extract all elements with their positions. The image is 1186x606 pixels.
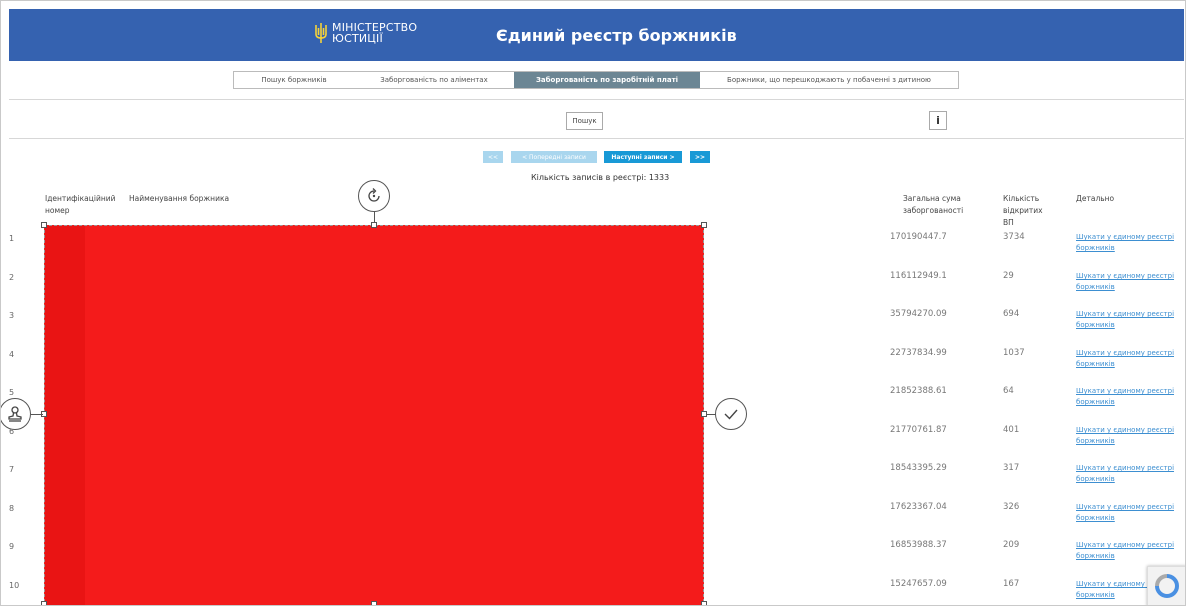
- open-cases-cell: 29: [1003, 271, 1014, 281]
- open-cases-cell: 167: [1003, 579, 1020, 589]
- header-name: Найменування боржника: [129, 194, 230, 203]
- logo-line2: ЮСТИЦІЇ: [332, 32, 383, 45]
- trident-icon: [315, 23, 327, 43]
- search-registry-link[interactable]: Шукати у єдиному реєстрі боржників: [1076, 540, 1185, 564]
- search-registry-link[interactable]: Шукати у єдиному реєстрі боржників: [1076, 232, 1185, 256]
- stamp-icon: [8, 406, 22, 422]
- open-cases-cell: 317: [1003, 463, 1020, 473]
- debt-sum-cell: 116112949.1: [890, 271, 947, 281]
- header-sum: Загальна сума заборгованості: [903, 194, 964, 215]
- open-cases-cell: 3734: [1003, 232, 1025, 242]
- open-cases-cell: 694: [1003, 309, 1020, 319]
- info-button[interactable]: i: [929, 111, 947, 130]
- search-registry-link[interactable]: Шукати у єдиному реєстрі боржників: [1076, 386, 1185, 410]
- prev-page-button[interactable]: < Попередні записи: [511, 151, 597, 163]
- search-registry-link[interactable]: Шукати у єдиному реєстрі боржників: [1076, 502, 1185, 526]
- row-number: 7: [9, 465, 15, 474]
- next-page-button[interactable]: Наступні записи >: [604, 151, 682, 163]
- check-icon: [724, 409, 738, 420]
- search-registry-link[interactable]: Шукати у єдиному реєстрі боржників: [1076, 309, 1185, 333]
- stamp-button[interactable]: [1, 398, 31, 430]
- debt-sum-cell: 17623367.04: [890, 502, 947, 512]
- search-registry-link[interactable]: Шукати у єдиному реєстрі боржників: [1076, 425, 1185, 449]
- open-cases-cell: 401: [1003, 425, 1020, 435]
- divider-bottom: [9, 138, 1184, 139]
- row-number: 10: [9, 581, 20, 590]
- debt-sum-cell: 18543395.29: [890, 463, 947, 473]
- resize-handle-tr[interactable]: [701, 222, 707, 228]
- last-page-button[interactable]: >>: [690, 151, 710, 163]
- tab-alimony-debt[interactable]: Заборгованість по аліментах: [354, 72, 514, 88]
- open-cases-cell: 64: [1003, 386, 1014, 396]
- tab-salary-debt[interactable]: Заборгованість по заробітній платі: [514, 72, 700, 88]
- rotate-button[interactable]: [358, 180, 390, 212]
- page-frame: МІНІСТЕРСТВО ЮСТИЦІЇ Єдиний реєстр боржн…: [0, 0, 1186, 606]
- debt-sum-cell: 21852388.61: [890, 386, 947, 396]
- open-cases-cell: 209: [1003, 540, 1020, 550]
- debt-sum-cell: 35794270.09: [890, 309, 947, 319]
- row-number: 1: [9, 234, 15, 243]
- tab-bar: Пошук боржників Заборгованість по алімен…: [233, 71, 959, 89]
- site-header: МІНІСТЕРСТВО ЮСТИЦІЇ Єдиний реєстр боржн…: [9, 9, 1184, 61]
- open-cases-cell: 326: [1003, 502, 1020, 512]
- row-number: 9: [9, 542, 15, 551]
- confirm-button[interactable]: [715, 398, 747, 430]
- debt-sum-cell: 22737834.99: [890, 348, 947, 358]
- debt-sum-cell: 16853988.37: [890, 540, 947, 550]
- recaptcha-badge[interactable]: [1147, 566, 1185, 605]
- search-registry-link[interactable]: Шукати у єдиному реєстрі боржників: [1076, 348, 1185, 372]
- resize-handle-tl[interactable]: [41, 222, 47, 228]
- rotate-icon: [368, 188, 380, 202]
- resize-handle-bc[interactable]: [371, 601, 377, 605]
- rotate-connector: [374, 211, 375, 223]
- row-number: 3: [9, 311, 15, 320]
- site-title: Єдиний реєстр боржників: [496, 26, 737, 45]
- search-button[interactable]: Пошук: [566, 112, 603, 130]
- tab-child-visit-obstruction[interactable]: Боржники, що перешкоджають у побаченні з…: [700, 72, 958, 88]
- header-open-cases: Кількість відкритих ВП: [1003, 194, 1043, 227]
- redaction-box[interactable]: [44, 225, 704, 605]
- logo-text: МІНІСТЕРСТВО ЮСТИЦІЇ: [332, 22, 417, 44]
- search-registry-link[interactable]: Шукати у єдиному реєстрі боржників: [1076, 463, 1185, 487]
- row-number: 5: [9, 388, 15, 397]
- divider-top: [9, 99, 1184, 100]
- resize-handle-bl[interactable]: [41, 601, 47, 605]
- record-count: Кількість записів в реєстрі: 1333: [531, 173, 670, 182]
- redaction-shade: [45, 226, 85, 605]
- recaptcha-icon: [1155, 574, 1179, 598]
- resize-handle-br[interactable]: [701, 601, 707, 605]
- open-cases-cell: 1037: [1003, 348, 1025, 358]
- row-number: 4: [9, 350, 15, 359]
- header-id: Ідентифікаційний номер: [45, 194, 116, 215]
- header-detail: Детально: [1076, 194, 1115, 203]
- ministry-logo[interactable]: МІНІСТЕРСТВО ЮСТИЦІЇ: [314, 22, 417, 44]
- debt-sum-cell: 170190447.7: [890, 232, 947, 242]
- search-registry-link[interactable]: Шукати у єдиному реєстрі боржників: [1076, 271, 1185, 295]
- debt-sum-cell: 15247657.09: [890, 579, 947, 589]
- debt-sum-cell: 21770761.87: [890, 425, 947, 435]
- row-number: 8: [9, 504, 15, 513]
- first-page-button[interactable]: <<: [483, 151, 503, 163]
- tab-debtor-search[interactable]: Пошук боржників: [234, 72, 354, 88]
- stamp-connector: [31, 414, 43, 415]
- row-number: 2: [9, 273, 15, 282]
